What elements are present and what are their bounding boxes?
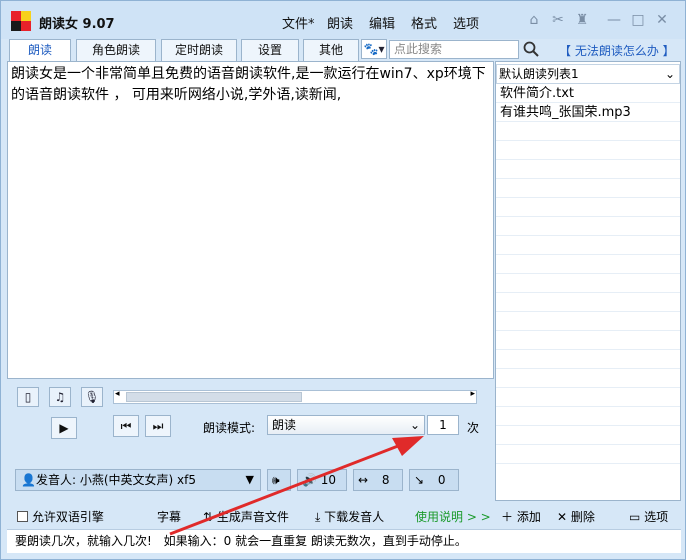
tab-role-read[interactable]: 角色朗读: [76, 39, 156, 61]
repeat-count-unit: 次: [467, 421, 480, 435]
playlist-item[interactable]: 软件简介.txt: [496, 84, 680, 103]
volume-value: 10: [320, 473, 337, 487]
pitch-icon: ↘: [414, 473, 425, 487]
scroll-thumb[interactable]: [126, 392, 302, 402]
dual-engine-label: 允许双语引擎: [31, 510, 104, 524]
playlist-name: 默认朗读列表1: [499, 67, 579, 81]
status-left: 要朗读几次，就输入几次!: [15, 534, 152, 548]
delete-icon: ✕: [557, 510, 568, 524]
dual-engine-checkbox[interactable]: 允许双语引擎: [17, 508, 104, 525]
menu-file[interactable]: 文件*: [282, 13, 315, 32]
bottom-toolbar: 允许双语引擎 字幕 ⇅ 生成声音文件 ⤓ 下载发音人 使用说明 > > ＋ 添加…: [7, 503, 686, 527]
playlist-list: 软件简介.txt 有谁共鸣_张国荣.mp3: [496, 84, 680, 500]
mode-value: 朗读: [272, 418, 297, 432]
volume-control[interactable]: 🔊 10: [297, 469, 347, 491]
music-note-icon[interactable]: ♫: [49, 387, 71, 407]
title-bar: 朗读女 9.07 文件* 朗读 编辑 格式 选项 ⌂ ✂ ♜ — □ ✕: [1, 1, 685, 39]
minimize-icon[interactable]: —: [605, 12, 623, 28]
home-icon[interactable]: ⌂: [525, 12, 543, 28]
list-options-label: 选项: [644, 510, 669, 524]
search-icon[interactable]: [523, 41, 539, 57]
help-link[interactable]: 【 无法朗读怎么办 】: [559, 42, 675, 59]
microphone-icon[interactable]: 🎙: [81, 387, 103, 407]
search-input[interactable]: 点此搜索: [389, 40, 519, 59]
close-icon[interactable]: ✕: [653, 12, 671, 28]
menu-read[interactable]: 朗读: [327, 13, 353, 32]
playlist-select[interactable]: 默认朗读列表1 ⌄: [496, 64, 680, 84]
scroll-right-icon[interactable]: ▸: [470, 389, 475, 399]
repeat-count-input[interactable]: 1: [427, 415, 459, 435]
person-icon: 👤: [21, 473, 36, 487]
menu-edit[interactable]: 编辑: [369, 13, 395, 32]
checkbox-icon: [17, 511, 28, 522]
menu-options[interactable]: 选项: [453, 13, 479, 32]
pitch-control[interactable]: ↘ 0: [409, 469, 459, 491]
paw-dropdown-icon[interactable]: 🐾▾: [361, 39, 387, 59]
next-button[interactable]: ⏭: [145, 415, 171, 437]
voice-select[interactable]: 👤 发音人: 小燕(中英文女声) xf5 ▼: [15, 469, 261, 491]
document-icon[interactable]: ▯: [17, 387, 39, 407]
previous-button[interactable]: ⏮: [113, 415, 139, 437]
add-button[interactable]: ＋ 添加: [501, 508, 541, 525]
usage-link[interactable]: 使用说明 > >: [415, 508, 491, 525]
volume-icon: 🔊: [302, 473, 317, 487]
download-voice-button[interactable]: ⤓ 下载发音人: [315, 508, 384, 525]
menu-format[interactable]: 格式: [411, 13, 437, 32]
app-title: 朗读女 9.07: [39, 17, 115, 32]
control-panel: ▯ ♫ 🎙 ◂ ▸ ▶ ⏮ ⏭ 朗读模式: 朗读 ⌄ 1 次 👤 发音人: 小燕…: [7, 381, 494, 503]
delete-button[interactable]: ✕ 删除: [557, 508, 595, 525]
download-icon: ⤓: [315, 510, 321, 524]
tab-read[interactable]: 朗读: [9, 39, 71, 62]
voice-label: 发音人: 小燕(中英文女声) xf5: [36, 473, 196, 487]
tab-other[interactable]: 其他: [303, 39, 359, 61]
speed-control[interactable]: ↔ 8: [353, 469, 403, 491]
mode-select[interactable]: 朗读 ⌄: [267, 415, 425, 435]
pitch-value: 0: [437, 473, 446, 487]
chevron-down-icon: ⌄: [409, 418, 420, 432]
plus-icon: ＋: [501, 510, 514, 524]
speed-value: 8: [381, 473, 390, 487]
shirt-icon[interactable]: ♜: [573, 12, 591, 28]
app-logo-icon: [11, 11, 31, 31]
maximize-icon[interactable]: □: [629, 12, 647, 28]
refresh-icon: ⇅: [203, 510, 214, 524]
delete-label: 删除: [570, 510, 595, 524]
add-label: 添加: [516, 510, 541, 524]
window-icon: ▭: [629, 510, 641, 524]
status-bar: 要朗读几次，就输入几次! 如果输入：0 就会一直重复 朗读无数次，直到手动停止。: [7, 529, 681, 553]
progress-scrollbar[interactable]: ◂ ▸: [113, 389, 477, 404]
voice-settings-icon[interactable]: 🕪: [267, 469, 291, 491]
subtitle-button[interactable]: 字幕: [157, 508, 181, 525]
chevron-down-icon: ⌄: [664, 67, 675, 81]
tab-timed-read[interactable]: 定时朗读: [161, 39, 237, 61]
list-options-button[interactable]: ▭ 选项: [629, 508, 668, 525]
play-button[interactable]: ▶: [51, 417, 77, 439]
generate-audio-label: 生成声音文件: [216, 510, 289, 524]
download-voice-label: 下载发音人: [324, 510, 385, 524]
text-editor[interactable]: 朗读女是一个非常简单且免费的语音朗读软件,是一款运行在win7、xp环境下的语音…: [7, 61, 494, 379]
playlist-panel: 默认朗读列表1 ⌄ 软件简介.txt 有谁共鸣_张国荣.mp3: [495, 61, 681, 501]
tab-settings[interactable]: 设置: [241, 39, 299, 61]
status-right: 如果输入：0 就会一直重复 朗读无数次，直到手动停止。: [163, 534, 467, 548]
generate-audio-button[interactable]: ⇅ 生成声音文件: [203, 508, 289, 525]
main-window: 朗读女 9.07 文件* 朗读 编辑 格式 选项 ⌂ ✂ ♜ — □ ✕ 朗读 …: [0, 0, 686, 560]
chevron-down-icon: ▼: [245, 473, 254, 486]
speed-icon: ↔: [358, 473, 369, 487]
tools-icon[interactable]: ✂: [549, 12, 567, 28]
scroll-left-icon[interactable]: ◂: [115, 389, 120, 399]
playlist-item[interactable]: 有谁共鸣_张国荣.mp3: [496, 103, 680, 122]
mode-label: 朗读模式:: [203, 421, 256, 435]
